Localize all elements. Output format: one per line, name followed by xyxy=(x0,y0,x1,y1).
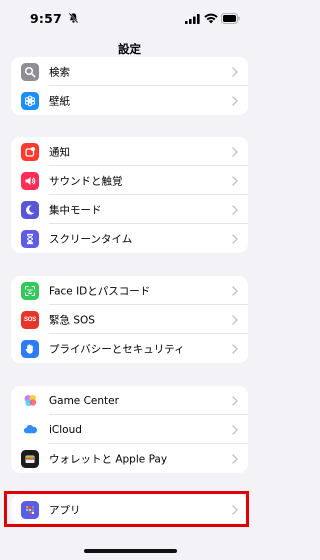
settings-row-wallpaper[interactable]: 壁紙 xyxy=(11,86,248,115)
settings-row-label: 検索 xyxy=(49,66,70,78)
settings-group-accounts: Game Center iCloud ウォレットと Apple Pay xyxy=(11,386,248,473)
status-time: 9:57 xyxy=(30,11,62,26)
wifi-icon xyxy=(204,13,218,24)
hand-icon xyxy=(21,339,39,358)
settings-row-label: 集中モード xyxy=(49,204,102,216)
cellular-signal-icon xyxy=(185,14,200,24)
status-bar: 9:57 xyxy=(0,0,259,36)
chevron-right-icon xyxy=(232,66,238,77)
settings-row-label: iCloud xyxy=(49,423,82,436)
wallet-icon xyxy=(21,449,39,468)
settings-group-search: 検索 壁紙 xyxy=(11,57,248,115)
chevron-right-icon xyxy=(232,343,238,354)
chevron-right-icon xyxy=(232,204,238,215)
wallpaper-icon xyxy=(21,91,39,110)
battery-icon xyxy=(221,13,240,24)
settings-row-icloud[interactable]: iCloud xyxy=(11,415,248,444)
page-title: 設定 xyxy=(118,42,141,56)
settings-row-screen-time[interactable]: スクリーンタイム xyxy=(11,224,248,253)
settings-row-label: サウンドと触覚 xyxy=(49,175,123,187)
notifications-icon xyxy=(21,142,39,161)
settings-row-label: Face IDとパスコード xyxy=(49,285,151,297)
settings-row-label: スクリーンタイム xyxy=(49,233,133,245)
home-indicator[interactable] xyxy=(84,549,177,553)
settings-row-label: ウォレットと Apple Pay xyxy=(49,453,168,465)
game-center-icon xyxy=(21,391,39,410)
settings-row-label: 壁紙 xyxy=(49,95,70,107)
moon-icon xyxy=(21,200,39,219)
sos-icon: SOS xyxy=(21,310,39,329)
sos-icon-text: SOS xyxy=(23,316,37,323)
highlight-box xyxy=(4,491,249,527)
hourglass-icon xyxy=(21,229,39,248)
settings-row-game-center[interactable]: Game Center xyxy=(11,386,248,415)
icloud-icon xyxy=(21,420,39,439)
settings-row-focus[interactable]: 集中モード xyxy=(11,195,248,224)
chevron-right-icon xyxy=(232,314,238,325)
chevron-right-icon xyxy=(232,424,238,435)
settings-row-wallet[interactable]: ウォレットと Apple Pay xyxy=(11,444,248,473)
speaker-icon xyxy=(21,171,39,190)
bell-slash-icon xyxy=(68,12,79,24)
chevron-right-icon xyxy=(232,285,238,296)
settings-row-face-id[interactable]: Face IDとパスコード xyxy=(11,276,248,305)
settings-row-label: 通知 xyxy=(49,146,70,158)
settings-row-label: Game Center xyxy=(49,394,119,407)
settings-group-privacy: Face IDとパスコード SOS 緊急 SOS プライバシーとセキュリティ xyxy=(11,276,248,363)
settings-row-label: プライバシーとセキュリティ xyxy=(49,343,185,355)
settings-group-notifications: 通知 サウンドと触覚 集中モード スクリーンタイム xyxy=(11,137,248,253)
chevron-right-icon xyxy=(232,453,238,464)
chevron-right-icon xyxy=(232,95,238,106)
settings-row-privacy[interactable]: プライバシーとセキュリティ xyxy=(11,334,248,363)
chevron-right-icon xyxy=(232,175,238,186)
settings-row-label: 緊急 SOS xyxy=(49,314,95,326)
settings-row-emergency-sos[interactable]: SOS 緊急 SOS xyxy=(11,305,248,334)
chevron-right-icon xyxy=(232,395,238,406)
search-icon xyxy=(21,62,39,81)
face-id-icon xyxy=(21,281,39,300)
settings-row-search[interactable]: 検索 xyxy=(11,57,248,86)
settings-row-notifications[interactable]: 通知 xyxy=(11,137,248,166)
chevron-right-icon xyxy=(232,146,238,157)
settings-row-sounds[interactable]: サウンドと触覚 xyxy=(11,166,248,195)
chevron-right-icon xyxy=(232,233,238,244)
